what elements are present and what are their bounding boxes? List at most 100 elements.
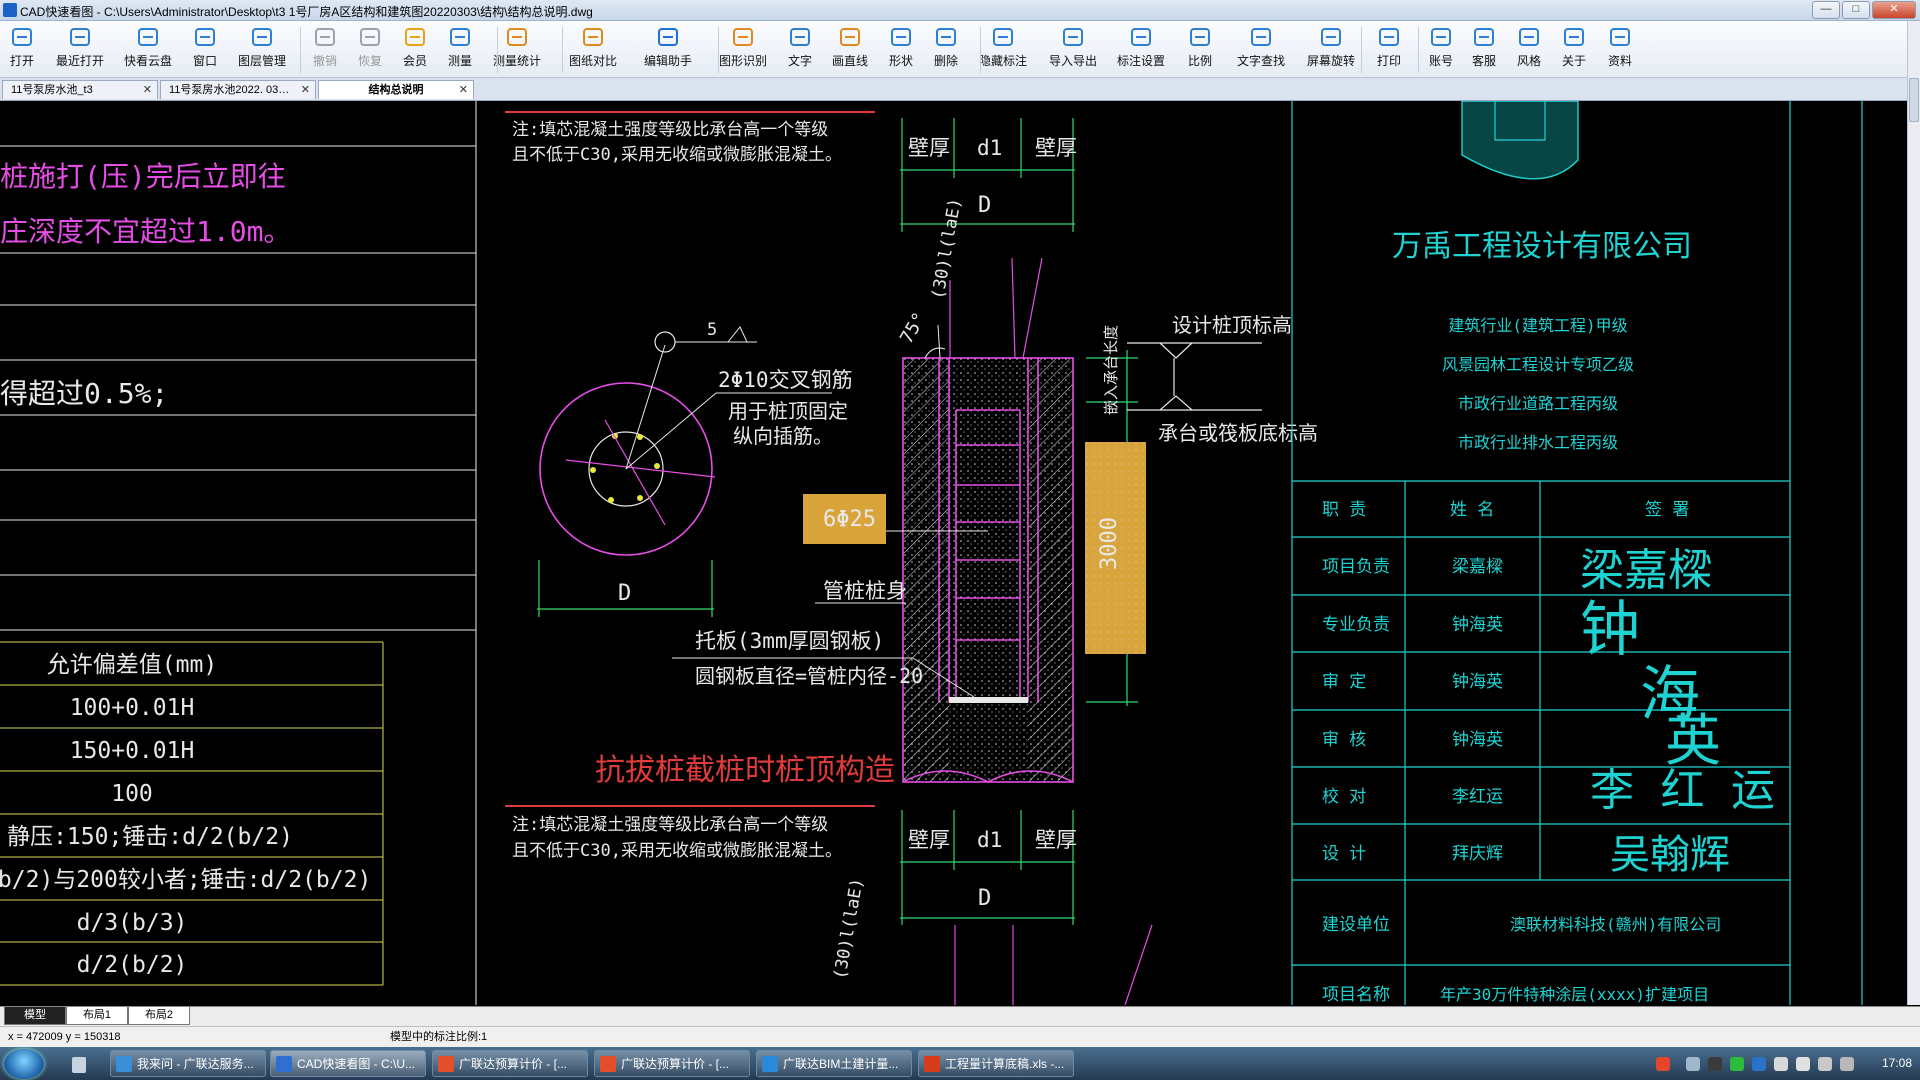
role-cell: 校 对 — [1322, 787, 1366, 807]
angle-label: 75° — [896, 309, 930, 348]
tool-label: 恢复 — [357, 54, 382, 68]
sogou-ime-icon[interactable] — [1656, 1057, 1670, 1071]
wall-thickness-label: 壁厚 — [908, 136, 950, 160]
anchor-length-label: (30)l(laE) — [928, 197, 965, 301]
measure-stats-icon — [505, 25, 529, 49]
window-titlebar: CAD快速看图 - C:\Users\Administrator\Desktop… — [0, 0, 1920, 21]
cad-canvas[interactable]: 桩施打(压)完后立即往 庄深度不宜超过1.0m。 得超过0.5%; 允许偏差值(… — [0, 100, 1908, 1006]
tool-label: 编辑助手 — [643, 54, 692, 68]
resources-icon — [1608, 25, 1632, 49]
tool-label: 打印 — [1376, 54, 1401, 68]
print-tool-button[interactable]: 打印 — [1359, 25, 1419, 69]
wifi-icon[interactable] — [1818, 1057, 1832, 1071]
start-button[interactable] — [4, 1049, 44, 1079]
tab-close-icon[interactable]: ✕ — [459, 81, 468, 100]
toolbar-separator — [497, 27, 498, 73]
tab-close-icon[interactable]: ✕ — [301, 81, 310, 100]
show-desktop-icon[interactable] — [72, 1057, 86, 1073]
plate-label: 托板(3mm厚圆钢板) — [695, 629, 884, 653]
shape-recognize-tool-button[interactable]: 图形识别 — [713, 25, 773, 69]
window-tool-button[interactable]: 窗口 — [175, 25, 235, 69]
owner-label: 建设单位 — [1322, 915, 1390, 935]
pile-plan-section: 5 D — [537, 320, 832, 617]
scale-icon — [1188, 25, 1212, 49]
layout-tab-2[interactable]: 布局2 — [128, 1007, 190, 1025]
toolbar-separator — [718, 27, 719, 73]
tab-pump-room-2[interactable]: 11号泵房水池2022. 03… ✕ — [160, 80, 316, 99]
taskbar-button[interactable]: 工程量计算底稿.xls -... — [918, 1050, 1074, 1077]
compare-tool-button[interactable]: 图纸对比 — [563, 25, 623, 69]
header-role: 职 责 — [1322, 500, 1366, 520]
recent-tool-button[interactable]: 最近打开 — [50, 25, 110, 69]
pile-note-2: 庄深度不宜超过1.0m。 — [0, 215, 291, 248]
tool-label: 文字 — [787, 54, 812, 68]
tab-pump-room-1[interactable]: 11号泵房水池_t3 ✕ — [2, 80, 158, 99]
qq-icon[interactable] — [1708, 1057, 1722, 1071]
fill-concrete-note-2: 且不低于C30,采用无收缩或微膨胀混凝土。 — [512, 841, 842, 861]
tool-label: 撤销 — [312, 54, 337, 68]
plan-diameter-label: D — [618, 581, 631, 606]
volume-icon[interactable] — [1796, 1057, 1810, 1071]
annotation-settings-tool-button[interactable]: 标注设置 — [1111, 25, 1171, 69]
taskbar-button[interactable]: CAD快速看图 - C:\U... — [270, 1050, 426, 1077]
maximize-button[interactable]: □ — [1842, 1, 1870, 19]
taskbar-button[interactable]: 广联达预算计价 - [... — [594, 1050, 750, 1077]
layers-tool-button[interactable]: 图层管理 — [232, 25, 292, 69]
measure-stats-tool-button[interactable]: 测量统计 — [487, 25, 547, 69]
taskbar-button[interactable]: 广联达BIM土建计量... — [756, 1050, 912, 1077]
app-icon — [924, 1056, 940, 1072]
table-cell: 150+0.01H — [70, 738, 195, 764]
shape-icon — [889, 25, 913, 49]
edit-assist-tool-button[interactable]: 编辑助手 — [638, 25, 698, 69]
qualification: 建筑行业(建筑工程)甲级 — [1448, 316, 1627, 335]
header-signature: 签 署 — [1645, 500, 1689, 520]
close-button[interactable]: ✕ — [1872, 1, 1916, 19]
taskbar-button[interactable]: 广联达预算计价 - [... — [432, 1050, 588, 1077]
taskbar-label: 广联达BIM土建计量... — [783, 1057, 899, 1071]
taskbar-button[interactable]: 我来问 - 广联达服务... — [110, 1050, 266, 1077]
tab-close-icon[interactable]: ✕ — [143, 81, 152, 100]
measure-tool-button[interactable]: 测量 — [430, 25, 490, 69]
resources-tool-button[interactable]: 资料 — [1590, 25, 1650, 69]
app-icon — [600, 1056, 616, 1072]
project-label: 项目名称 — [1322, 985, 1390, 1005]
shape-recognize-icon — [731, 25, 755, 49]
scrollbar-thumb[interactable] — [1909, 78, 1919, 122]
table-cell: 100 — [111, 781, 153, 807]
name-cell: 钟海英 — [1452, 730, 1503, 750]
import-export-icon — [1061, 25, 1085, 49]
cloud-tool-button[interactable]: 快看云盘 — [118, 25, 178, 69]
rebar-cross-label: 2Φ10交叉钢筋 — [718, 368, 853, 392]
clock[interactable]: 17:08 — [1882, 1056, 1912, 1070]
vertical-scrollbar[interactable] — [1907, 21, 1920, 1005]
tool-label: 资料 — [1607, 54, 1632, 68]
wechat-icon[interactable] — [1730, 1057, 1744, 1071]
tab-structure-notes[interactable]: 结构总说明 ✕ — [318, 80, 474, 99]
text-search-tool-button[interactable]: 文字查找 — [1231, 25, 1291, 69]
tool-label: 测量统计 — [492, 54, 541, 68]
action-center-icon[interactable] — [1840, 1057, 1854, 1071]
layout-tab-model[interactable]: 模型 — [4, 1007, 66, 1025]
text-icon — [788, 25, 812, 49]
vip-icon — [403, 25, 427, 49]
import-export-tool-button[interactable]: 导入导出 — [1043, 25, 1103, 69]
toolbar-separator — [562, 27, 563, 73]
tool-label: 测量 — [447, 54, 472, 68]
undo-icon — [313, 25, 337, 49]
network-icon[interactable] — [1752, 1057, 1766, 1071]
layout-tab-1[interactable]: 布局1 — [66, 1007, 128, 1025]
eraser-tool-button[interactable]: 删除 — [916, 25, 976, 69]
cap-bottom-elevation-label: 承台或筏板底标高 — [1158, 421, 1318, 445]
security-icon[interactable] — [1774, 1057, 1788, 1071]
table-cell: 允许偏差值(mm) — [47, 652, 217, 678]
tray-expand-icon[interactable] — [1686, 1057, 1700, 1071]
rotate-screen-tool-button[interactable]: 屏幕旋转 — [1301, 25, 1361, 69]
minimize-button[interactable]: — — [1812, 1, 1840, 19]
folder-open-tool-button[interactable]: 打开 — [0, 25, 52, 69]
text-search-icon — [1249, 25, 1273, 49]
hide-annotation-tool-button[interactable]: 隐藏标注 — [973, 25, 1033, 69]
redo-icon — [358, 25, 382, 49]
document-tabbar: 11号泵房水池_t3 ✕ 11号泵房水池2022. 03… ✕ 结构总说明 ✕ — [0, 78, 1920, 101]
name-cell: 钟海英 — [1452, 672, 1503, 692]
scale-tool-button[interactable]: 比例 — [1170, 25, 1230, 69]
